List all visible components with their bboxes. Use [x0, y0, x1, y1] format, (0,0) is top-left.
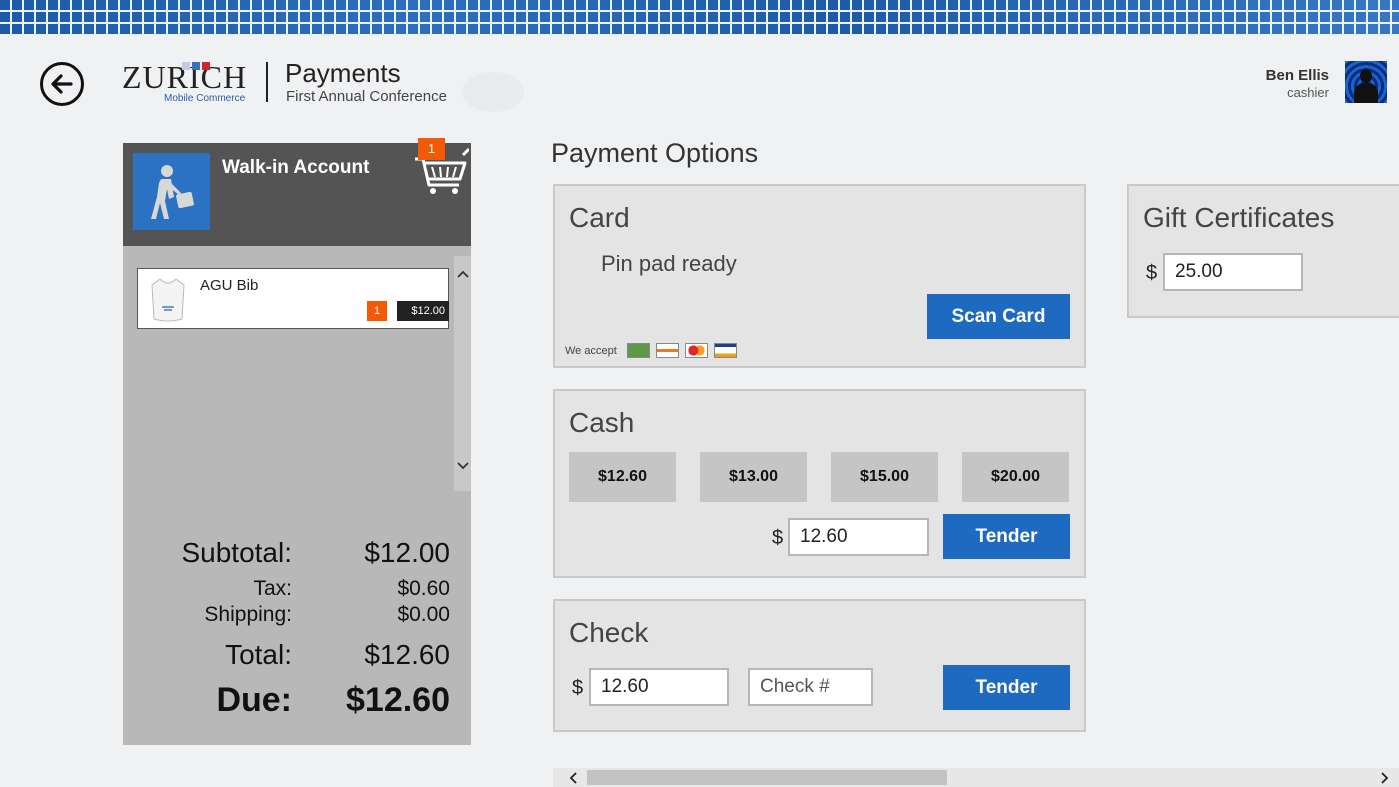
- check-payment-panel: Check $ Tender: [553, 599, 1086, 732]
- cash-amount-input[interactable]: [788, 518, 929, 556]
- check-number-input[interactable]: [748, 668, 873, 706]
- pin-pad-status: Pin pad ready: [601, 251, 737, 276]
- list-item[interactable]: AGU Bib 1 $12.00: [137, 268, 449, 329]
- tax-value: $0.60: [397, 577, 450, 600]
- check-tender-button[interactable]: Tender: [943, 665, 1070, 710]
- quick-amount-button[interactable]: $15.00: [831, 452, 938, 502]
- user-role: cashier: [1287, 85, 1329, 100]
- check-title: Check: [569, 617, 649, 648]
- quick-amount-button[interactable]: $12.60: [569, 452, 676, 502]
- cart-scrollbar[interactable]: [454, 256, 471, 491]
- page-subtitle: First Annual Conference: [286, 88, 447, 105]
- cart-count-badge: 1: [418, 138, 445, 160]
- cart-header: Walk-in Account 1: [123, 138, 471, 246]
- tax-label: Tax:: [253, 577, 292, 600]
- chevron-up-icon: [456, 270, 469, 278]
- scroll-right-button[interactable]: [1375, 768, 1395, 787]
- cash-payment-panel: Cash $12.60 $13.00 $15.00 $20.00 $ Tende…: [553, 389, 1086, 578]
- scan-card-button[interactable]: Scan Card: [927, 294, 1070, 339]
- arrow-left-icon: [51, 74, 73, 94]
- scroll-thumb[interactable]: [587, 770, 947, 785]
- total-label: Total:: [225, 639, 292, 670]
- mastercard-icon: [684, 343, 708, 358]
- avatar[interactable]: [1345, 61, 1387, 103]
- check-amount-input[interactable]: [589, 668, 729, 706]
- logo-dots: [182, 62, 218, 72]
- item-price: $12.00: [397, 301, 449, 321]
- page-title: Payments: [285, 58, 401, 88]
- horizontal-scrollbar[interactable]: [553, 768, 1399, 787]
- shipping-value: $0.00: [397, 603, 450, 626]
- cash-tender-button[interactable]: Tender: [943, 514, 1070, 559]
- chevron-right-icon: [1381, 771, 1389, 784]
- subtotal-label: Subtotal:: [181, 537, 292, 568]
- due-value: $12.60: [346, 681, 450, 719]
- chevron-left-icon: [569, 771, 577, 784]
- check-currency-symbol: $: [572, 677, 584, 699]
- gift-certificates-panel: Gift Certificates $: [1127, 184, 1399, 318]
- zurich-logo: ZURICH Mobile Commerce: [122, 60, 252, 108]
- faded-graphic: [462, 72, 524, 112]
- scroll-left-button[interactable]: [563, 768, 583, 787]
- header-mosaic-banner: [0, 0, 1399, 36]
- scroll-down-button[interactable]: [454, 456, 471, 476]
- gift-currency-symbol: $: [1146, 262, 1158, 284]
- card-payment-panel: Card Pin pad ready Scan Card We accept: [553, 184, 1086, 368]
- we-accept-label: We accept: [565, 344, 617, 357]
- logo-subtitle: Mobile Commerce: [164, 93, 246, 104]
- shipping-label: Shipping:: [204, 603, 292, 626]
- payment-options-title: Payment Options: [551, 138, 759, 168]
- cash-title: Cash: [569, 407, 635, 438]
- walk-in-customer-icon: [150, 164, 194, 219]
- quick-amount-button[interactable]: $20.00: [962, 452, 1069, 502]
- gift-amount-input[interactable]: [1163, 253, 1303, 291]
- item-name: AGU Bib: [200, 277, 259, 294]
- account-tile[interactable]: [133, 153, 210, 230]
- accepted-cards: We accept: [565, 343, 737, 358]
- header-divider: [266, 62, 268, 102]
- quick-amount-button[interactable]: $13.00: [700, 452, 807, 502]
- due-label: Due:: [216, 681, 292, 719]
- card-title: Card: [569, 202, 630, 233]
- cart-panel: Walk-in Account 1 AGU Bib 1 $12.00 Subto…: [123, 138, 471, 745]
- account-name: Walk-in Account: [222, 157, 370, 178]
- total-value: $12.60: [364, 639, 450, 670]
- user-name: Ben Ellis: [1265, 67, 1329, 84]
- bib-thumbnail-icon: [151, 278, 185, 322]
- subtotal-value: $12.00: [364, 537, 450, 568]
- gift-title: Gift Certificates: [1143, 202, 1335, 233]
- visa-icon: [713, 343, 737, 358]
- back-button[interactable]: [40, 62, 84, 106]
- item-qty-badge: 1: [367, 301, 387, 321]
- cash-currency-symbol: $: [772, 527, 784, 549]
- chevron-down-icon: [456, 462, 469, 470]
- discover-icon: [655, 343, 679, 358]
- scroll-up-button[interactable]: [454, 264, 471, 284]
- cash-icon: [626, 343, 650, 358]
